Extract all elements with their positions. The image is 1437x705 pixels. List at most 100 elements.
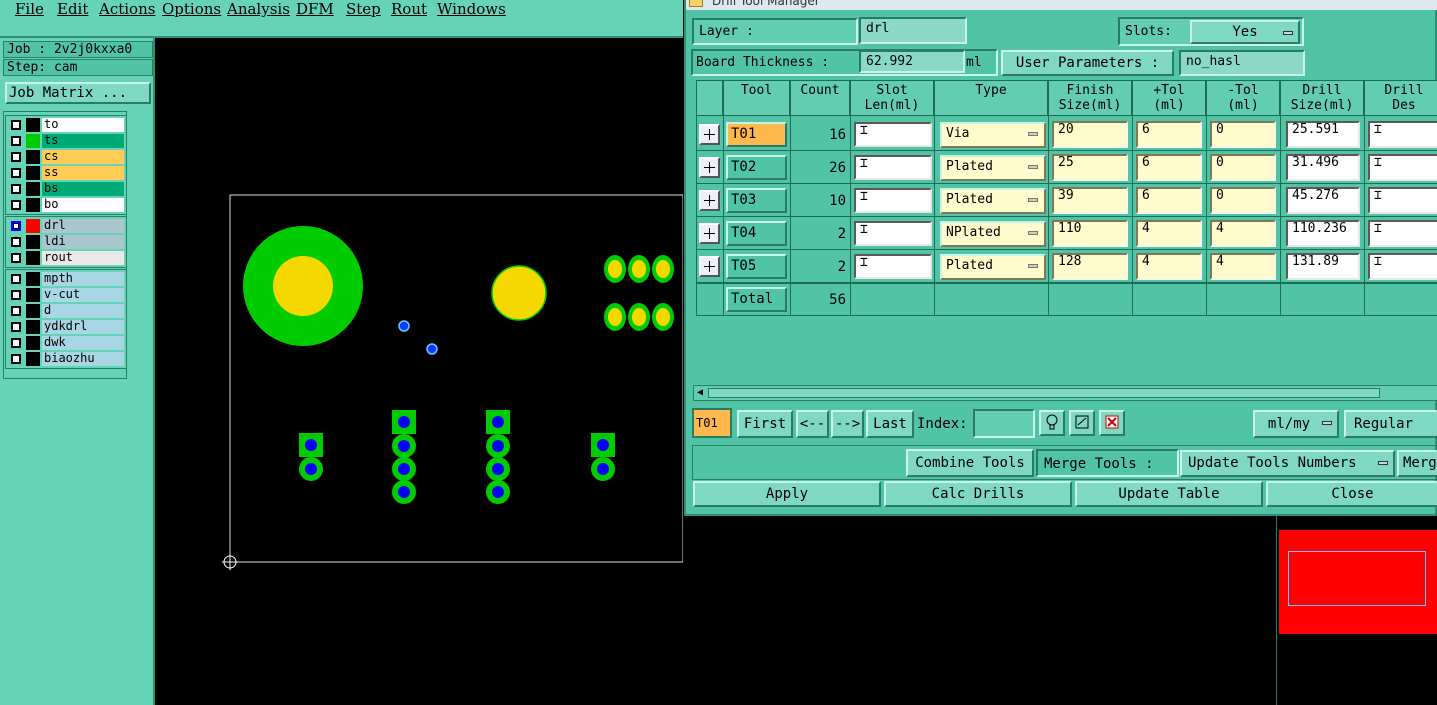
layer-name[interactable]: mpth: [42, 272, 124, 286]
finish-input[interactable]: 110: [1052, 220, 1128, 247]
finish-input[interactable]: 128: [1052, 253, 1128, 280]
user-parameters-button[interactable]: User Parameters :: [1001, 50, 1174, 76]
menu-options[interactable]: Options: [162, 0, 221, 18]
calc-drills-button[interactable]: Calc Drills: [884, 481, 1072, 507]
refresh-icon[interactable]: [1069, 410, 1095, 436]
tool-cell[interactable]: T01: [726, 122, 787, 147]
drill-des-input[interactable]: ⌶: [1368, 121, 1437, 148]
scroll-left-icon[interactable]: ◀: [694, 387, 706, 399]
finish-input[interactable]: 20: [1052, 121, 1128, 148]
close-button[interactable]: Close: [1266, 481, 1437, 507]
ntol-input[interactable]: 0: [1210, 121, 1276, 148]
mini-view[interactable]: [1276, 516, 1437, 705]
next-button[interactable]: -->: [831, 410, 864, 438]
type-dropdown[interactable]: Plated: [940, 188, 1046, 214]
drill-size-input[interactable]: 31.496: [1286, 154, 1360, 181]
drill-des-input[interactable]: ⌶: [1368, 187, 1437, 214]
column-header-finish-size[interactable]: Finish Size(ml): [1048, 80, 1132, 116]
layer-checkbox[interactable]: [11, 200, 21, 210]
apply-button[interactable]: Apply: [693, 481, 881, 507]
update-table-button[interactable]: Update Table: [1075, 481, 1263, 507]
finish-input[interactable]: 25: [1052, 154, 1128, 181]
layer-checkbox[interactable]: [11, 338, 21, 348]
layer-checkbox[interactable]: [11, 136, 21, 146]
layer-checkbox[interactable]: [11, 168, 21, 178]
layer-checkbox[interactable]: [11, 306, 21, 316]
layer-checkbox[interactable]: [11, 120, 21, 130]
column-header-count[interactable]: Count: [790, 80, 850, 116]
layer-row-bo[interactable]: bo: [8, 197, 124, 213]
mode-dropdown[interactable]: Regular: [1344, 410, 1437, 438]
ntol-input[interactable]: 4: [1210, 220, 1276, 247]
first-button[interactable]: First: [737, 410, 793, 438]
tool-cell[interactable]: T03: [726, 188, 787, 213]
ptol-input[interactable]: 6: [1136, 121, 1202, 148]
layer-row-drl[interactable]: drl: [8, 218, 124, 234]
horizontal-scrollbar[interactable]: ◀: [693, 385, 1437, 401]
column-header-slot-len[interactable]: Slot Len(ml): [850, 80, 934, 116]
layer-row-mpth[interactable]: mpth: [8, 271, 124, 287]
layer-name[interactable]: biaozhu: [42, 352, 124, 366]
layer-name[interactable]: ydkdrl: [42, 320, 124, 334]
ptol-input[interactable]: 4: [1136, 253, 1202, 280]
type-dropdown[interactable]: Plated: [940, 254, 1046, 280]
column-header-plus-tol[interactable]: +Tol (ml): [1132, 80, 1206, 116]
layer-row-biaozhu[interactable]: biaozhu: [8, 351, 124, 367]
drill-des-input[interactable]: ⌶: [1368, 253, 1437, 280]
menu-analysis[interactable]: Analysis: [227, 0, 290, 18]
drill-size-input[interactable]: 110.236: [1286, 220, 1360, 247]
layer-checkbox[interactable]: [11, 152, 21, 162]
menu-rout[interactable]: Rout: [391, 0, 427, 18]
slot-length-input[interactable]: ⌶: [854, 221, 932, 246]
type-dropdown[interactable]: Plated: [940, 155, 1046, 181]
layer-checkbox[interactable]: [11, 237, 21, 247]
user-parameters-field[interactable]: no_hasl: [1179, 50, 1305, 76]
expand-icon[interactable]: [699, 223, 720, 244]
tool-cell[interactable]: T04: [726, 221, 787, 246]
index-input[interactable]: [973, 409, 1035, 438]
menu-step[interactable]: Step: [346, 0, 381, 18]
menu-dfm[interactable]: DFM: [296, 0, 334, 18]
bulb-icon[interactable]: [1039, 410, 1065, 436]
drill-size-input[interactable]: 45.276: [1286, 187, 1360, 214]
layer-checkbox[interactable]: [11, 290, 21, 300]
menu-actions[interactable]: Actions: [99, 0, 155, 18]
ptol-input[interactable]: 6: [1136, 154, 1202, 181]
type-dropdown[interactable]: NPlated: [940, 221, 1046, 247]
layer-row-rout[interactable]: rout: [8, 250, 124, 266]
layer-name[interactable]: bo: [42, 198, 124, 212]
expand-icon[interactable]: [699, 190, 720, 211]
tool-cell[interactable]: T05: [726, 254, 787, 279]
layer-checkbox[interactable]: [11, 322, 21, 332]
job-matrix-button[interactable]: Job Matrix ...: [5, 82, 151, 104]
units-dropdown[interactable]: ml/my: [1253, 410, 1339, 438]
last-button[interactable]: Last: [866, 410, 914, 438]
menu-windows[interactable]: Windows: [437, 0, 506, 18]
finish-input[interactable]: 39: [1052, 187, 1128, 214]
slots-dropdown[interactable]: Yes: [1190, 20, 1300, 44]
slot-length-input[interactable]: ⌶: [854, 188, 932, 213]
menu-edit[interactable]: Edit: [57, 0, 88, 18]
menu-file[interactable]: File: [15, 0, 44, 18]
pcb-view[interactable]: [157, 38, 684, 705]
layer-name[interactable]: ss: [42, 166, 124, 180]
layer-checkbox[interactable]: [11, 184, 21, 194]
column-header-drill-des[interactable]: Drill Des: [1364, 80, 1437, 116]
layer-row-d[interactable]: d: [8, 303, 124, 319]
expand-icon[interactable]: [699, 124, 720, 145]
layer-checkbox[interactable]: [11, 253, 21, 263]
merge-tools-dropdown[interactable]: Update Tools Numbers: [1180, 450, 1395, 477]
slot-length-input[interactable]: ⌶: [854, 254, 932, 279]
layer-name[interactable]: dwk: [42, 336, 124, 350]
column-header-type[interactable]: Type: [934, 80, 1048, 116]
expand-icon[interactable]: [699, 157, 720, 178]
layer-row-to[interactable]: to: [8, 117, 124, 133]
delete-icon[interactable]: [1099, 410, 1125, 436]
ptol-input[interactable]: 6: [1136, 187, 1202, 214]
merge-button[interactable]: Merg: [1397, 450, 1437, 477]
tool-cell[interactable]: T02: [726, 155, 787, 180]
layer-checkbox[interactable]: [11, 354, 21, 364]
layer-name[interactable]: cs: [42, 150, 124, 164]
layer-row-v-cut[interactable]: v-cut: [8, 287, 124, 303]
layer-name[interactable]: v-cut: [42, 288, 124, 302]
